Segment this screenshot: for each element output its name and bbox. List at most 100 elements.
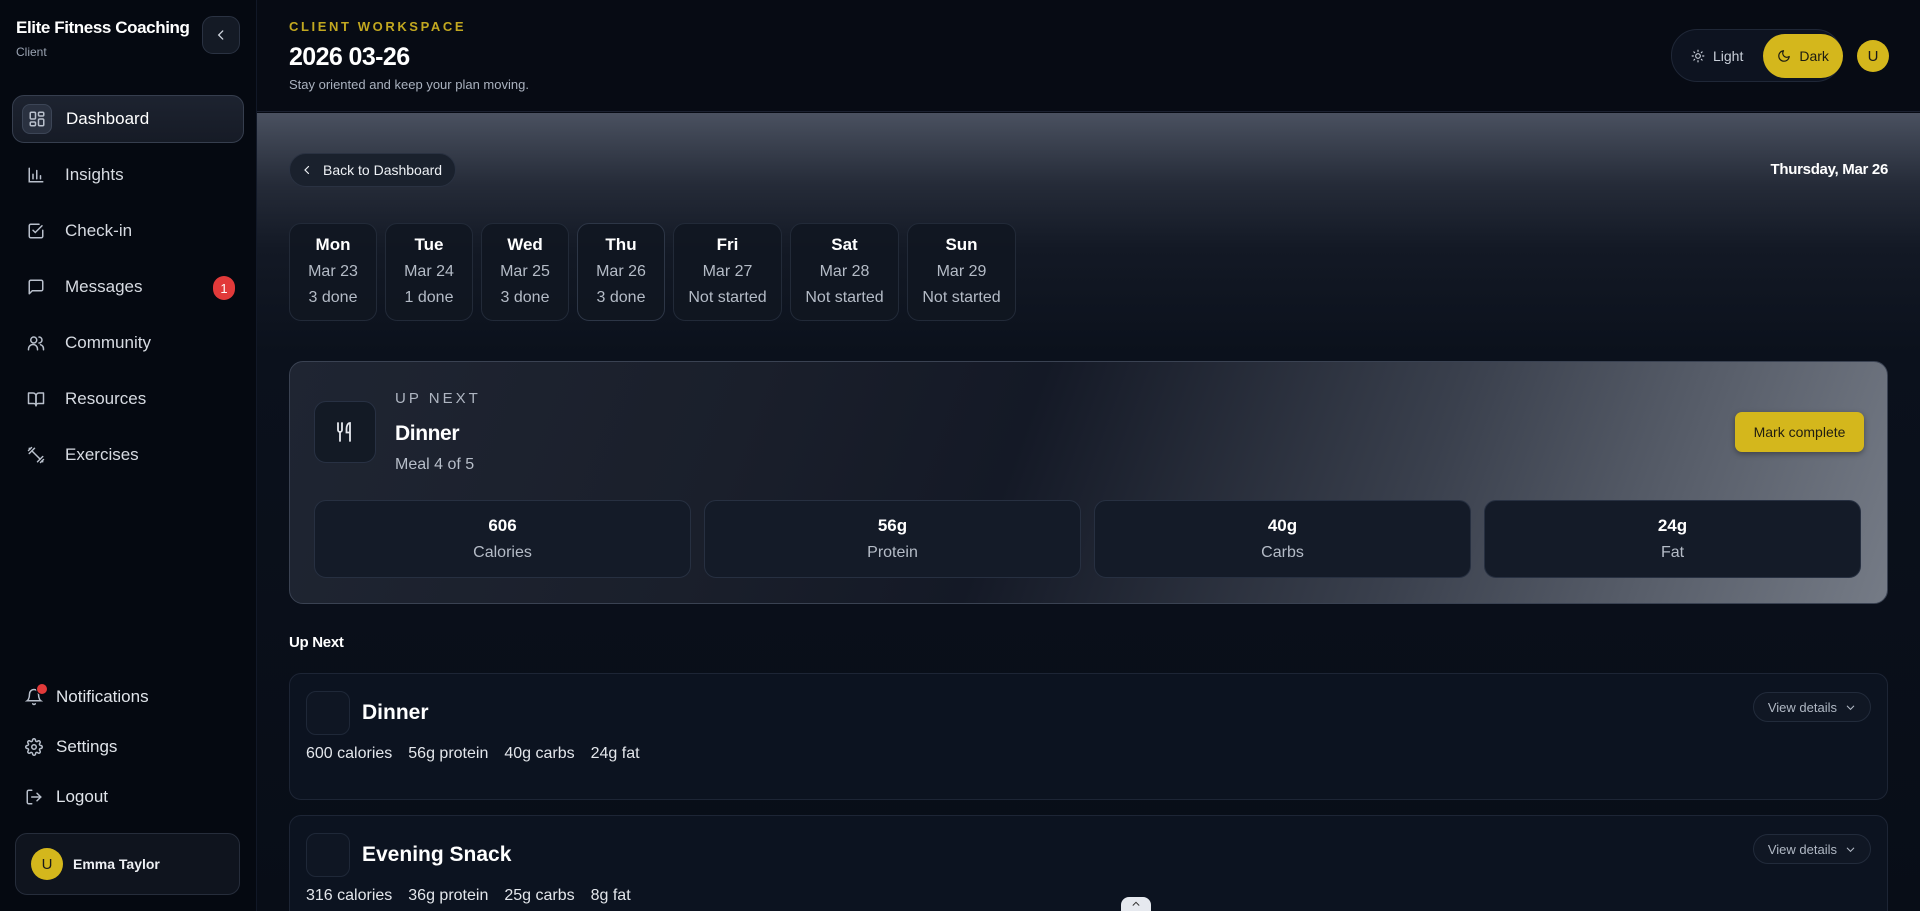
notifications-label: Notifications <box>56 687 149 706</box>
day-status: 1 done <box>404 289 454 306</box>
meal-carbs: 25g carbs <box>504 887 575 904</box>
theme-light-label: Light <box>1713 47 1744 64</box>
logout-icon <box>24 787 44 807</box>
day-date: Mar 29 <box>936 263 987 280</box>
day-sun[interactable]: Sun Mar 29 Not started <box>907 223 1016 321</box>
chevron-down-icon <box>1845 844 1856 855</box>
page-subtitle: Stay oriented and keep your plan moving. <box>289 77 529 92</box>
bar-chart-icon <box>26 165 46 185</box>
logout-label: Logout <box>56 787 108 806</box>
gear-icon <box>24 737 44 757</box>
macro-value: 24g <box>1657 516 1688 535</box>
user-profile-card[interactable]: U Emma Taylor <box>15 833 240 895</box>
dumbbell-icon <box>26 445 46 465</box>
sidebar-item-messages[interactable]: Messages 1 <box>12 263 244 311</box>
day-name: Thu <box>605 235 637 254</box>
hero-eyebrow: UP NEXT <box>395 390 481 407</box>
meal-calories: 600 calories <box>306 745 393 762</box>
sidebar-item-notifications[interactable]: Notifications <box>12 672 244 722</box>
page-title: 2026 03-26 <box>289 43 410 71</box>
day-date: Mar 23 <box>308 263 358 280</box>
sidebar-item-settings[interactable]: Settings <box>12 722 244 772</box>
hero-meal-count: Meal 4 of 5 <box>395 456 475 473</box>
sidebar-item-label: Dashboard <box>66 109 150 128</box>
view-details-button[interactable]: View details <box>1752 834 1871 864</box>
day-tue[interactable]: Tue Mar 24 1 done <box>385 223 473 321</box>
avatar: U <box>31 848 63 880</box>
hero-meal-title: Dinner <box>395 422 460 445</box>
mark-complete-button[interactable]: Mark complete <box>1735 412 1864 452</box>
meal-card: Evening Snack 316 calories 36g protein 2… <box>289 815 1888 911</box>
page-header: CLIENT WORKSPACE 2026 03-26 Stay oriente… <box>257 0 1920 112</box>
day-status: Not started <box>688 289 767 306</box>
dashboard-icon <box>22 104 52 134</box>
view-details-button[interactable]: View details <box>1752 692 1871 722</box>
sidebar-item-logout[interactable]: Logout <box>12 772 244 822</box>
sidebar-item-label: Community <box>65 333 151 352</box>
macro-value: 40g <box>1267 516 1298 535</box>
header-avatar[interactable]: U <box>1857 40 1889 72</box>
week-day-selector: Mon Mar 23 3 done Tue Mar 24 1 done Wed … <box>289 223 1024 321</box>
day-wed[interactable]: Wed Mar 25 3 done <box>481 223 569 321</box>
day-status: 3 done <box>596 289 646 306</box>
day-date: Mar 25 <box>500 263 550 280</box>
section-title: Up Next <box>289 634 344 651</box>
day-status: Not started <box>805 289 884 306</box>
macro-label: Carbs <box>1261 544 1304 561</box>
macro-calories: 606 Calories <box>314 500 691 578</box>
moon-icon <box>1777 49 1791 63</box>
meal-card: Dinner 600 calories 56g protein 40g carb… <box>289 673 1888 800</box>
meal-fat: 24g fat <box>590 745 640 762</box>
sidebar-item-exercises[interactable]: Exercises <box>12 431 244 479</box>
meal-protein: 36g protein <box>408 887 489 904</box>
day-fri[interactable]: Fri Mar 27 Not started <box>673 223 782 321</box>
view-details-label: View details <box>1767 699 1837 715</box>
sun-icon <box>1691 49 1705 63</box>
sidebar-item-resources[interactable]: Resources <box>12 375 244 423</box>
day-name: Fri <box>716 235 739 254</box>
day-name: Tue <box>414 235 444 254</box>
day-status: 3 done <box>500 289 550 306</box>
sidebar: Elite Fitness Coaching Client Dashboard … <box>0 0 257 911</box>
up-next-hero-card: UP NEXT Dinner Meal 4 of 5 Mark complete… <box>289 361 1888 604</box>
sidebar-item-dashboard[interactable]: Dashboard <box>12 95 244 143</box>
day-name: Mon <box>315 235 351 254</box>
back-to-dashboard-button[interactable]: Back to Dashboard <box>289 153 457 187</box>
theme-dark-button[interactable]: Dark <box>1763 33 1843 78</box>
meal-title: Evening Snack <box>362 843 512 866</box>
macro-fat: 24g Fat <box>1484 500 1861 578</box>
chevron-down-icon <box>1845 702 1856 713</box>
macro-label: Protein <box>867 544 918 561</box>
day-mon[interactable]: Mon Mar 23 3 done <box>289 223 377 321</box>
macro-label: Calories <box>473 544 532 561</box>
scroll-to-top-button[interactable] <box>1121 897 1151 911</box>
sidebar-item-community[interactable]: Community <box>12 319 244 367</box>
book-icon <box>26 389 46 409</box>
check-square-icon <box>26 221 46 241</box>
meal-thumbnail <box>306 691 350 735</box>
brand: Elite Fitness Coaching Client <box>16 18 190 59</box>
main-content: Back to Dashboard Thursday, Mar 26 Mon M… <box>257 113 1920 911</box>
sidebar-item-label: Insights <box>65 165 124 184</box>
chevron-left-icon <box>301 164 313 176</box>
theme-dark-label: Dark <box>1799 47 1829 64</box>
meal-stats: 600 calories 56g protein 40g carbs 24g f… <box>306 745 656 763</box>
settings-label: Settings <box>56 737 118 756</box>
day-thu[interactable]: Thu Mar 26 3 done <box>577 223 665 321</box>
sidebar-item-insights[interactable]: Insights <box>12 151 244 199</box>
day-name: Sat <box>831 235 858 254</box>
day-status: Not started <box>922 289 1001 306</box>
macro-value: 56g <box>877 516 908 535</box>
view-details-label: View details <box>1767 841 1837 857</box>
day-sat[interactable]: Sat Mar 28 Not started <box>790 223 899 321</box>
header-eyebrow: CLIENT WORKSPACE <box>289 19 467 34</box>
meal-thumbnail <box>306 833 350 877</box>
user-name: Emma Taylor <box>73 856 160 872</box>
collapse-sidebar-button[interactable] <box>202 16 240 54</box>
notification-dot <box>36 683 48 695</box>
messages-badge: 1 <box>213 276 235 300</box>
sidebar-item-check-in[interactable]: Check-in <box>12 207 244 255</box>
day-date: Mar 28 <box>819 263 870 280</box>
utensils-icon <box>314 401 376 463</box>
theme-light-button[interactable]: Light <box>1677 34 1757 78</box>
